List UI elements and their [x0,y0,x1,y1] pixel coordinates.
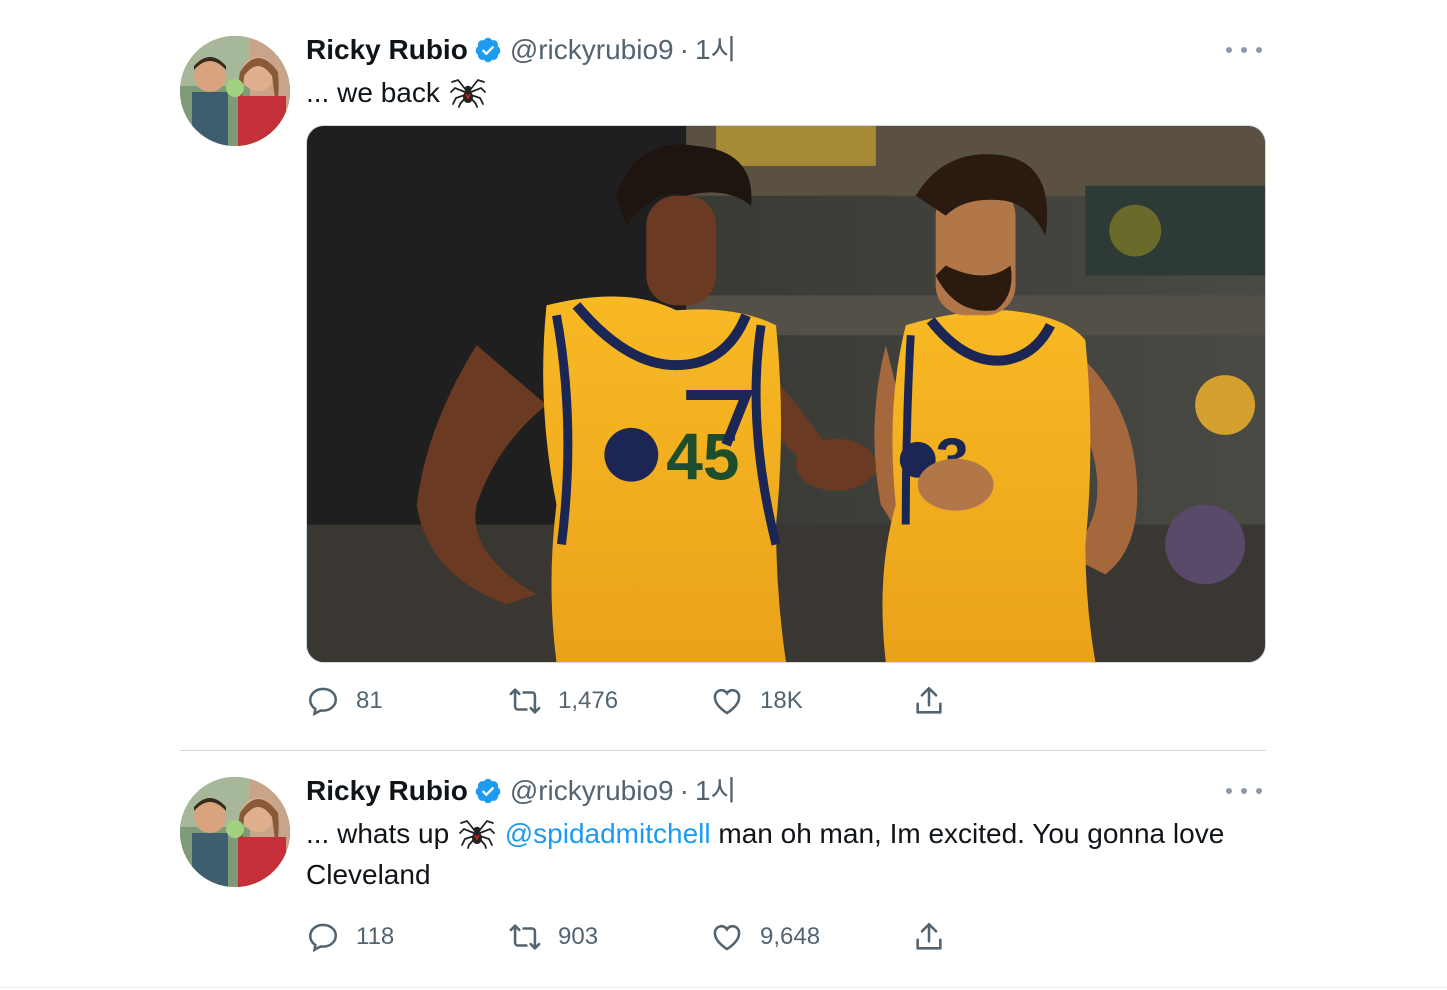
reply-icon [306,920,340,954]
reply-button[interactable]: 118 [306,920,508,954]
verified-badge-icon [474,36,502,64]
author-name[interactable]: Ricky Rubio [306,32,468,68]
more-options-icon[interactable] [1226,36,1262,64]
retweet-icon [508,684,542,718]
mention-link[interactable]: @spidadmitchell [505,818,711,849]
avatar-photo [180,36,290,146]
share-button[interactable] [912,920,962,954]
retweet-count: 903 [558,923,599,950]
avatar[interactable] [180,36,290,146]
retweet-button[interactable]: 903 [508,920,710,954]
retweet-count: 1,476 [558,687,619,714]
separator: · [679,34,689,65]
tweet-text: ... whats up @spidadmitchell man oh man,… [306,813,1266,895]
like-button[interactable]: 18K [710,684,912,718]
reply-count: 81 [356,687,383,714]
reply-icon [306,684,340,718]
reply-count: 118 [356,923,395,950]
author-name[interactable]: Ricky Rubio [306,773,468,809]
tweet-text: ... we back [306,72,1266,113]
timestamp[interactable]: 1시 [695,773,736,809]
tweet-header: Ricky Rubio @rickyrubio9 · 1시 [306,773,1266,809]
avatar[interactable] [180,777,290,887]
tweet-image[interactable]: 45 3 [306,125,1266,663]
spider-emoji-icon [459,817,495,849]
heart-icon [710,684,744,718]
like-count: 18K [760,687,803,714]
tweet-header: Ricky Rubio @rickyrubio9 · 1시 [306,32,1266,68]
share-icon [912,684,946,718]
separator: · [679,775,689,806]
heart-icon [710,920,744,954]
tweet-text-content: ... we back [306,77,440,108]
basketball-players-photo: 45 3 [307,126,1265,662]
timestamp[interactable]: 1시 [695,32,736,68]
share-icon [912,920,946,954]
share-button[interactable] [912,684,962,718]
tweet-actions: 118 903 9,648 [306,917,1266,957]
reply-button[interactable]: 81 [306,684,508,718]
avatar-photo [180,777,290,887]
retweet-button[interactable]: 1,476 [508,684,710,718]
more-options-icon[interactable] [1226,777,1262,805]
tweet-divider [180,750,1266,751]
tweet-text-content: ... whats up [306,818,450,849]
retweet-icon [508,920,542,954]
verified-badge-icon [474,777,502,805]
author-handle[interactable]: @rickyrubio9 [510,32,674,68]
spider-emoji-icon [449,76,486,108]
tweet-actions: 81 1,476 18K [306,681,1266,721]
like-button[interactable]: 9,648 [710,920,912,954]
like-count: 9,648 [760,923,821,950]
page-bottom-divider [0,987,1447,988]
author-handle[interactable]: @rickyrubio9 [510,773,674,809]
